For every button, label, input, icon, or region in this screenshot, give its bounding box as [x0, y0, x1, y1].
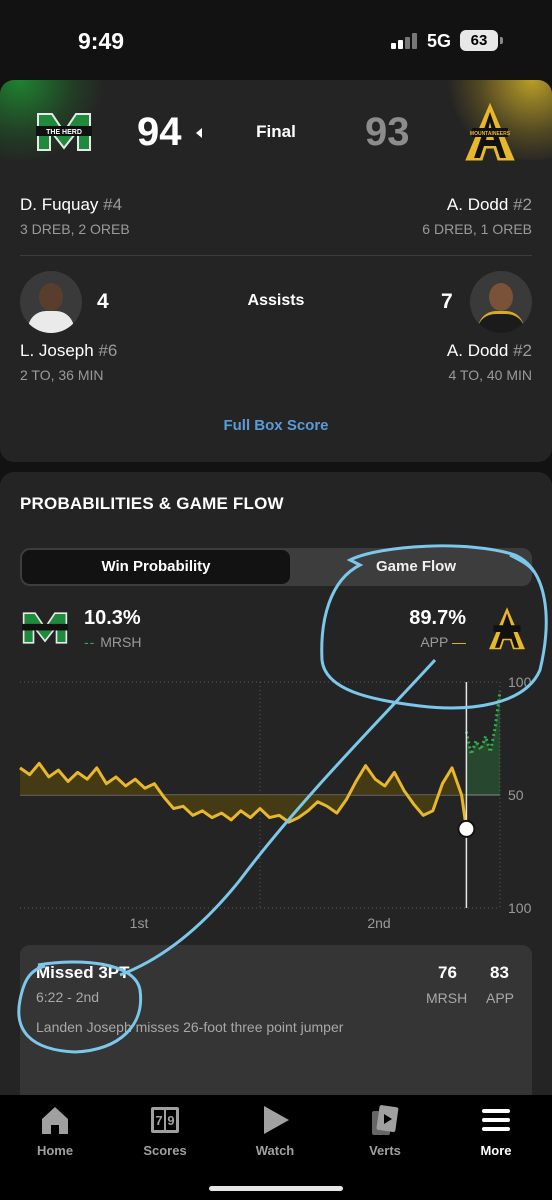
nav-home[interactable]: Home: [10, 1103, 100, 1158]
away-abbr: APP: [420, 634, 449, 650]
rebound-leader-home-stat: 3 DREB, 2 OREB: [20, 221, 130, 237]
rebound-leader-away[interactable]: A. Dodd #2: [447, 195, 532, 215]
home-abbr: MRSH: [100, 634, 142, 650]
divider: [20, 255, 532, 256]
nav-watch[interactable]: Watch: [230, 1103, 320, 1158]
app-area-fill: [20, 763, 467, 829]
marshall-small-logo-icon: [22, 612, 68, 644]
play-home-score: 76: [438, 963, 457, 982]
assist-leader-away-stat: 4 TO, 40 MIN: [448, 367, 532, 383]
section-title: PROBABILITIES & GAME FLOW: [20, 494, 284, 513]
x-tick-label: 1st: [130, 915, 149, 931]
home-legend: -- MRSH: [84, 634, 142, 650]
full-box-score-link[interactable]: Full Box Score: [0, 417, 552, 434]
play-title: Missed 3PT: [36, 963, 130, 982]
rebound-leader-home[interactable]: D. Fuquay #4: [20, 195, 122, 215]
menu-icon: [482, 1109, 510, 1131]
play-away-abbr: APP: [486, 990, 515, 1006]
away-player-avatar[interactable]: [470, 271, 532, 333]
status-time: 9:49: [78, 28, 125, 54]
away-score: 93: [365, 110, 410, 154]
scores-icon: 79: [151, 1107, 179, 1133]
chart-toggle: Win Probability Game Flow: [20, 548, 532, 586]
svg-text:9: 9: [167, 1113, 174, 1128]
y-tick-label: 100: [508, 900, 532, 916]
play-away-score: 83: [490, 963, 509, 982]
nav-label: Verts: [369, 1143, 401, 1158]
play-detail-card[interactable]: Missed 3PT 6:22 - 2nd Landen Joseph miss…: [20, 945, 532, 1105]
play-icon: [264, 1106, 289, 1134]
verts-icon: [372, 1105, 399, 1135]
x-tick-label: 2nd: [367, 915, 390, 931]
away-win-pct: 89.7%: [409, 607, 466, 629]
play-description: Landen Joseph misses 26-foot three point…: [36, 1019, 344, 1035]
score-header[interactable]: THE HERD 94 Final 93 MOUNTAINEERS: [0, 80, 552, 185]
player-number: #2: [513, 195, 532, 214]
away-legend: APP —: [420, 634, 466, 650]
cellular-signal-icon: [391, 33, 419, 49]
tab-win-probability[interactable]: Win Probability: [22, 550, 290, 584]
win-probability-chart[interactable]: 100 50 100 1st 2nd: [0, 672, 552, 937]
away-logo-text: MOUNTAINEERS: [470, 131, 511, 137]
home-indicator: [209, 1186, 343, 1191]
nav-verts[interactable]: Verts: [340, 1103, 430, 1158]
play-home-abbr: MRSH: [426, 990, 468, 1006]
player-name: A. Dodd: [446, 195, 509, 214]
bottom-tab-bar: Home 79 Scores Watch Verts More: [0, 1095, 552, 1200]
status-bar: 9:49 5G 63: [0, 0, 552, 80]
play-marker-dot: [457, 819, 476, 838]
nav-more[interactable]: More: [451, 1103, 541, 1158]
play-time: 6:22 - 2nd: [36, 989, 100, 1005]
app-state-small-logo-icon: [489, 607, 525, 650]
mrsh-area-fill: [466, 691, 500, 795]
y-tick-label: 100: [508, 674, 532, 690]
nav-label: Watch: [255, 1143, 295, 1158]
player-number: #2: [513, 341, 532, 360]
nav-scores[interactable]: 79 Scores: [120, 1103, 210, 1158]
home-win-pct: 10.3%: [84, 607, 141, 629]
svg-text:7: 7: [155, 1113, 162, 1128]
tab-game-flow[interactable]: Game Flow: [300, 548, 532, 586]
home-icon: [42, 1107, 68, 1134]
nav-label: More: [480, 1143, 512, 1158]
player-name: D. Fuquay: [20, 195, 99, 214]
assists-away-value: 7: [441, 290, 453, 313]
nav-label: Home: [36, 1143, 74, 1158]
player-name: L. Joseph: [20, 341, 94, 360]
nav-label: Scores: [143, 1143, 187, 1158]
player-number: #6: [98, 341, 118, 360]
game-leaders-card: D. Fuquay #4 3 DREB, 2 OREB A. Dodd #2 6…: [0, 185, 552, 462]
assist-leader-home-stat: 2 TO, 36 MIN: [20, 367, 104, 383]
y-tick-label: 50: [508, 787, 524, 803]
battery-icon: 63: [460, 30, 503, 51]
assist-leader-home[interactable]: L. Joseph #6: [20, 341, 117, 361]
assist-leader-away[interactable]: A. Dodd #2: [447, 341, 532, 361]
player-name: A. Dodd: [446, 341, 509, 360]
player-number: #4: [103, 195, 123, 214]
rebound-leader-away-stat: 6 DREB, 1 OREB: [422, 221, 532, 237]
app-state-logo-icon: MOUNTAINEERS: [465, 102, 515, 161]
network-type: 5G: [427, 31, 452, 51]
